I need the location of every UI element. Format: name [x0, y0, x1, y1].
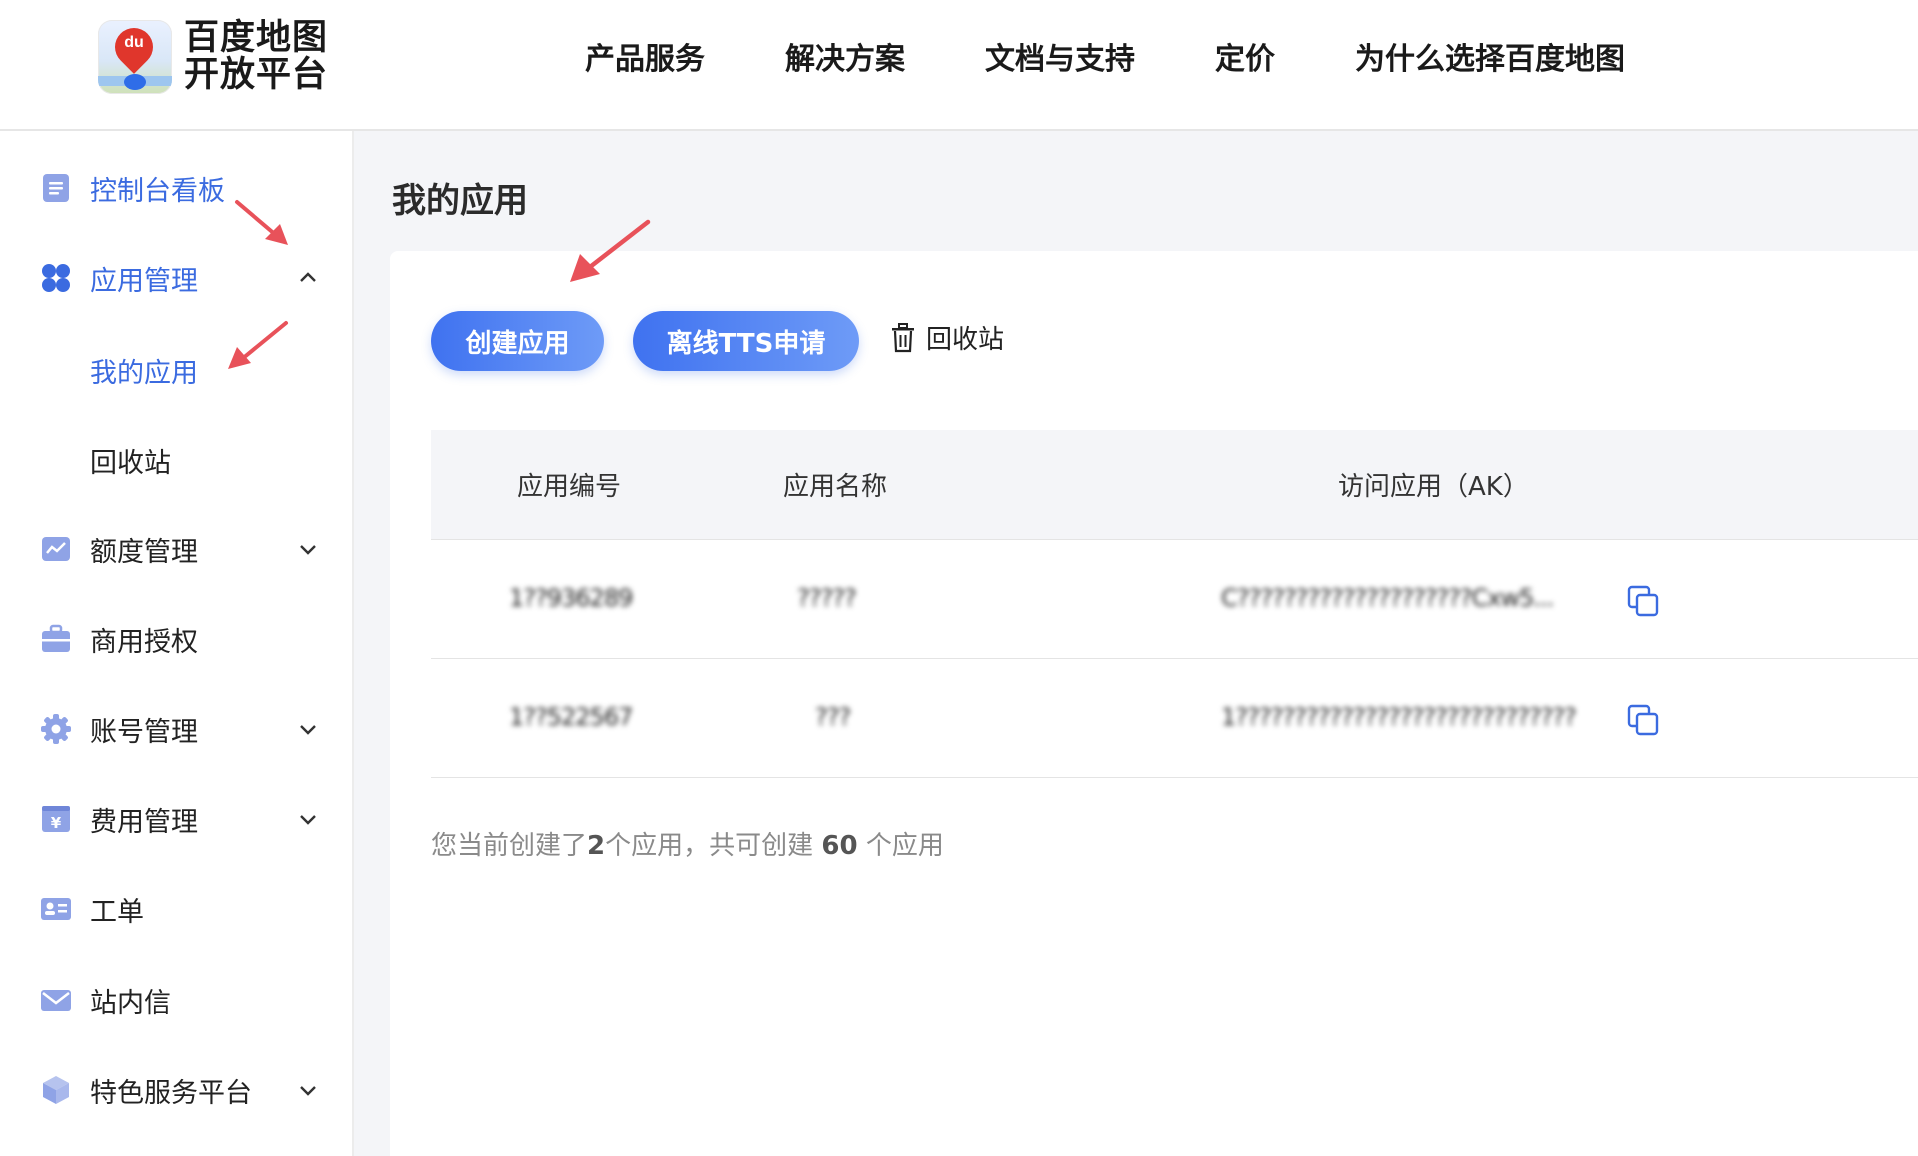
- apps-table: 应用编号 应用名称 访问应用（AK） 1??936289 ????? C????…: [431, 430, 1918, 778]
- sidebar-item-label: 账号管理: [90, 716, 198, 748]
- app-name-cell: ?????: [797, 584, 857, 612]
- column-header-app-id: 应用编号: [517, 472, 622, 502]
- summary-suffix: 个应用: [865, 831, 944, 861]
- sidebar-item-messages[interactable]: 站内信: [0, 965, 352, 1035]
- nav-solutions[interactable]: 解决方案: [785, 34, 905, 78]
- svg-text:¥: ¥: [51, 814, 62, 832]
- recycle-bin-button[interactable]: 回收站: [890, 319, 1004, 356]
- sidebar-subitem-label: 我的应用: [90, 358, 198, 389]
- logo-text: 百度地图 开放平台: [184, 20, 328, 94]
- sidebar-item-label: 应用管理: [90, 265, 198, 297]
- chevron-down-icon[interactable]: [296, 537, 320, 561]
- ak-cell[interactable]: C????????????????????Cxw5...: [1221, 584, 1554, 612]
- copy-icon[interactable]: [1626, 703, 1660, 737]
- sidebar-subitem-recycle-bin[interactable]: 回收站: [0, 423, 352, 493]
- main-content: 我的应用 创建应用 离线TTS申请 回收站 应用编号 应用名称 访问应用（AK）…: [354, 131, 1918, 1156]
- column-header-app-name: 应用名称: [783, 472, 888, 502]
- chevron-down-icon[interactable]: [296, 1078, 320, 1102]
- sidebar-item-label: 商用授权: [90, 626, 198, 658]
- sidebar-item-account-management[interactable]: 账号管理: [0, 694, 352, 764]
- top-header: du 百度地图 开放平台 产品服务 解决方案 文档与支持 定价 为什么选择百度地…: [0, 0, 1918, 131]
- chevron-down-icon[interactable]: [296, 717, 320, 741]
- sidebar: 控制台看板 应用管理 我的应用 回收站 额度管理 商用授权 账号管理 ¥ 费用管…: [0, 131, 354, 1156]
- app-count-summary: 您当前创建了2个应用，共可创建 60 个应用: [431, 825, 944, 862]
- chevron-down-icon[interactable]: [296, 807, 320, 831]
- sidebar-item-billing-management[interactable]: ¥ 费用管理: [0, 784, 352, 854]
- logo-badge-text: du: [124, 34, 144, 51]
- nav-products[interactable]: 产品服务: [585, 34, 705, 78]
- yuan-bill-icon: ¥: [42, 806, 70, 832]
- sidebar-subitem-my-apps[interactable]: 我的应用: [0, 333, 352, 403]
- nav-why-baidu-map[interactable]: 为什么选择百度地图: [1355, 34, 1625, 78]
- sidebar-item-label: 额度管理: [90, 536, 198, 568]
- sidebar-item-label: 特色服务平台: [90, 1077, 252, 1109]
- summary-middle: 个应用，共可创建: [605, 831, 814, 861]
- copy-icon[interactable]: [1626, 584, 1660, 618]
- page-title: 我的应用: [392, 181, 528, 221]
- nav-pricing[interactable]: 定价: [1215, 34, 1275, 78]
- sidebar-item-label: 费用管理: [90, 806, 198, 838]
- table-header: 应用编号 应用名称 访问应用（AK）: [431, 430, 1918, 540]
- table-row: 1??936289 ????? C????????????????????Cxw…: [431, 540, 1918, 659]
- dashboard-icon: [43, 174, 69, 202]
- sidebar-item-quota-management[interactable]: 额度管理: [0, 514, 352, 584]
- create-app-button[interactable]: 创建应用: [431, 311, 604, 371]
- top-nav: 产品服务 解决方案 文档与支持 定价 为什么选择百度地图: [585, 34, 1625, 78]
- summary-limit: 60: [821, 831, 858, 861]
- cube-icon: [43, 1076, 69, 1104]
- summary-prefix: 您当前创建了: [431, 831, 588, 861]
- apps-panel: 创建应用 离线TTS申请 回收站 应用编号 应用名称 访问应用（AK） 1??9…: [390, 251, 1918, 1156]
- mail-icon: [41, 990, 71, 1011]
- sidebar-item-commercial-license[interactable]: 商用授权: [0, 604, 352, 674]
- logo-text-line2: 开放平台: [184, 55, 329, 95]
- id-card-icon: [41, 898, 71, 920]
- briefcase-icon: [42, 624, 70, 652]
- chevron-up-icon[interactable]: [296, 266, 320, 290]
- sidebar-item-featured-services[interactable]: 特色服务平台: [0, 1055, 352, 1125]
- sidebar-subitem-label: 回收站: [90, 448, 171, 479]
- logo-text-line1: 百度地图: [184, 18, 329, 58]
- apps-grid-icon: [42, 264, 70, 292]
- table-row: 1??522567 ??? 1?????????????????????????…: [431, 659, 1918, 778]
- app-id-cell: 1??522567: [509, 703, 633, 731]
- sidebar-item-dashboard[interactable]: 控制台看板: [0, 153, 352, 223]
- baidu-map-logo[interactable]: du 百度地图 开放平台: [98, 20, 328, 94]
- ak-cell[interactable]: 1?????????????????????????????: [1221, 703, 1577, 731]
- summary-count: 2: [587, 831, 606, 861]
- app-id-cell: 1??936289: [509, 584, 633, 612]
- trash-icon: [892, 322, 914, 352]
- recycle-bin-label: 回收站: [926, 325, 1005, 355]
- sidebar-item-label: 控制台看板: [90, 175, 225, 207]
- sidebar-item-label: 站内信: [90, 987, 171, 1019]
- app-name-cell: ???: [815, 703, 851, 731]
- quota-chart-icon: [42, 537, 70, 561]
- sidebar-item-label: 工单: [90, 896, 144, 928]
- sidebar-item-ticket[interactable]: 工单: [0, 874, 352, 944]
- column-header-ak: 访问应用（AK）: [1338, 472, 1529, 502]
- sidebar-item-app-management[interactable]: 应用管理: [0, 243, 352, 313]
- gear-icon: [41, 714, 71, 744]
- nav-docs-support[interactable]: 文档与支持: [985, 34, 1135, 78]
- baidu-map-logo-icon: du: [98, 20, 172, 94]
- offline-tts-apply-button[interactable]: 离线TTS申请: [633, 311, 859, 371]
